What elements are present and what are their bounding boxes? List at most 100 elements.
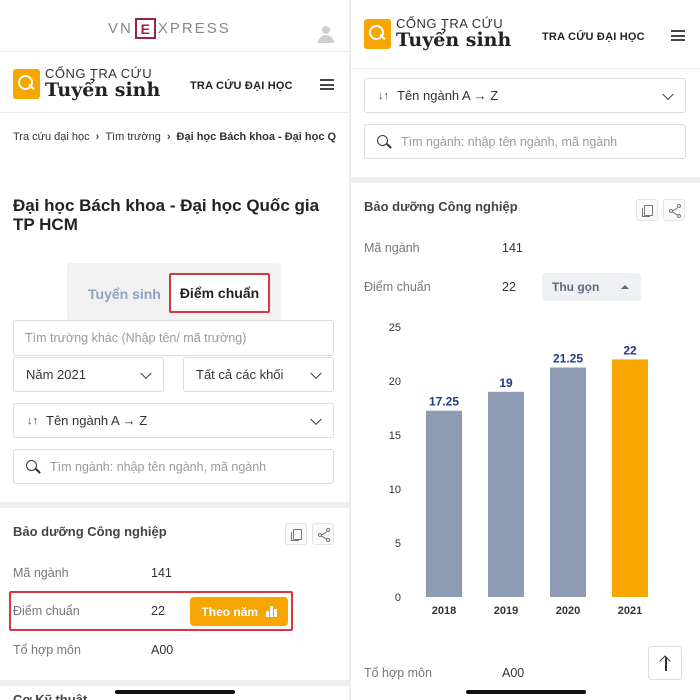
vnexpress-logo-left: VN	[108, 20, 133, 37]
major-search-input[interactable]	[401, 134, 685, 149]
chevron-down-icon	[140, 367, 152, 379]
combo-value: A00	[502, 666, 525, 680]
bar-value-label: 19	[499, 376, 513, 390]
major-name: Bảo dưỡng Công nghiệp	[13, 524, 167, 539]
sort-icon: ↓↑	[378, 89, 389, 102]
vnexpress-logo-right: XPRESS	[157, 20, 231, 37]
chart-bar-2019	[488, 391, 524, 597]
vnexpress-header: VN E XPRESS	[0, 0, 349, 52]
major-name: Bảo dưỡng Công nghiệp	[364, 199, 518, 214]
magnifier-logo-icon	[13, 68, 40, 99]
x-tick-label: 2021	[618, 605, 642, 617]
major-code-label: Mã ngành	[13, 566, 69, 580]
major-code-value: 141	[502, 241, 523, 255]
page-title: Đại học Bách khoa - Đại học Quốc gia TP …	[13, 196, 320, 235]
copy-icon[interactable]	[636, 199, 658, 221]
sort-select[interactable]: ↓↑ Tên ngành A → Z	[364, 78, 686, 113]
y-tick-label: 10	[389, 484, 401, 496]
sort-select-value: Tên ngành A → Z	[46, 413, 148, 428]
x-tick-label: 2020	[556, 605, 580, 617]
section-separator	[0, 680, 349, 686]
sort-select-value: Tên ngành A → Z	[397, 88, 499, 103]
chart-bar-2020	[550, 367, 586, 597]
y-tick-label: 20	[389, 376, 401, 388]
caret-up-icon	[621, 285, 629, 289]
collapse-button-label: Thu gọn	[552, 280, 600, 294]
chevron-right-icon: ›	[95, 131, 100, 143]
chevron-down-icon	[662, 88, 674, 100]
home-indicator	[115, 690, 235, 694]
y-tick-label: 0	[395, 592, 401, 604]
section-separator	[351, 177, 700, 183]
combo-label: Tổ hợp môn	[13, 643, 81, 657]
score-value: 22	[151, 604, 165, 618]
search-icon	[26, 459, 40, 474]
combo-label: Tổ hợp môn	[364, 666, 432, 680]
bar-value-label: 21.25	[553, 352, 583, 366]
major-search-field[interactable]	[364, 124, 686, 159]
vnexpress-logo[interactable]: VN E XPRESS	[108, 18, 231, 39]
tuyen-sinh-logo[interactable]: CỔNG TRA CỨU Tuyển sinh	[13, 67, 160, 100]
major-code-value: 141	[151, 566, 172, 580]
score-history-chart: 0 5 10 15 20 25 17.25 2018 19 2019 21.25 2020 22 2021	[389, 322, 648, 617]
nav-title[interactable]: TRA CỨU ĐẠI HỌC	[542, 31, 645, 43]
y-tick-label: 15	[389, 430, 401, 442]
chart-bar-2018	[426, 410, 462, 597]
next-major-name: Cơ Kỹ thuật	[13, 692, 88, 700]
sort-icon: ↓↑	[27, 414, 38, 427]
hamburger-icon[interactable]	[320, 79, 334, 90]
major-code-label: Mã ngành	[364, 241, 420, 255]
x-tick-label: 2018	[432, 605, 456, 617]
school-search-field[interactable]	[13, 320, 334, 356]
header-divider	[351, 68, 700, 69]
bar-value-label: 22	[623, 343, 637, 357]
major-search-field[interactable]	[13, 449, 334, 484]
section-separator	[0, 502, 349, 508]
by-year-button-label: Theo năm	[201, 604, 259, 619]
chevron-down-icon	[310, 367, 322, 379]
year-select[interactable]: Năm 2021	[13, 357, 164, 392]
y-tick-label: 5	[395, 538, 401, 550]
collapse-button[interactable]: Thu gọn	[542, 273, 641, 301]
by-year-button[interactable]: Theo năm	[190, 597, 288, 626]
breadcrumb-item-tra-cuu[interactable]: Tra cứu đại học	[13, 131, 90, 143]
header-divider	[0, 112, 349, 113]
nav-title[interactable]: TRA CỨU ĐẠI HỌC	[190, 80, 293, 92]
tab-tuyen-sinh[interactable]: Tuyển sinh	[88, 286, 161, 302]
copy-icon[interactable]	[285, 523, 307, 545]
sort-select[interactable]: ↓↑ Tên ngành A → Z	[13, 403, 334, 438]
right-screen: CỔNG TRA CỨU Tuyển sinh TRA CỨU ĐẠI HỌC …	[351, 0, 700, 700]
vnexpress-logo-mark: E	[134, 18, 156, 39]
major-search-input[interactable]	[50, 459, 333, 474]
block-select[interactable]: Tất cả các khối	[183, 357, 334, 392]
school-search-input[interactable]	[25, 331, 333, 345]
combo-value: A00	[151, 643, 174, 657]
chevron-down-icon	[310, 413, 322, 425]
year-select-value: Năm 2021	[26, 367, 86, 382]
magnifier-logo-icon	[364, 18, 391, 49]
tuyen-sinh-logo[interactable]: CỔNG TRA CỨU Tuyển sinh	[364, 17, 511, 50]
block-select-value: Tất cả các khối	[196, 367, 284, 382]
bar-value-label: 17.25	[429, 395, 459, 409]
hamburger-icon[interactable]	[671, 30, 685, 41]
chevron-right-icon: ›	[166, 131, 171, 143]
logo-bottom-text: Tuyển sinh	[396, 29, 512, 51]
breadcrumb: Tra cứu đại học › Tìm trường › Đại học Bách …	[13, 131, 349, 143]
user-icon[interactable]	[317, 26, 335, 44]
breadcrumb-item-tim-truong[interactable]: Tìm trường	[105, 131, 161, 143]
y-tick-label: 25	[389, 322, 401, 334]
chart-bar-2021	[612, 359, 648, 597]
share-icon[interactable]	[312, 523, 334, 545]
x-tick-label: 2019	[494, 605, 518, 617]
tab-diem-chuan[interactable]: Điểm chuẩn	[169, 273, 270, 313]
breadcrumb-item-current: Đại học Bách khoa - Đại học Q	[176, 131, 337, 143]
home-indicator	[466, 690, 586, 694]
logo-bottom-text: Tuyển sinh	[45, 79, 161, 101]
bar-chart-icon	[266, 606, 277, 617]
left-screen: VN E XPRESS CỔNG TRA CỨU Tuyển sinh TRA …	[0, 0, 349, 700]
arrow-up-icon[interactable]	[648, 646, 682, 680]
search-icon	[377, 134, 391, 149]
score-value: 22	[502, 280, 516, 294]
score-label: Điểm chuẩn	[364, 280, 431, 294]
share-icon[interactable]	[663, 199, 685, 221]
